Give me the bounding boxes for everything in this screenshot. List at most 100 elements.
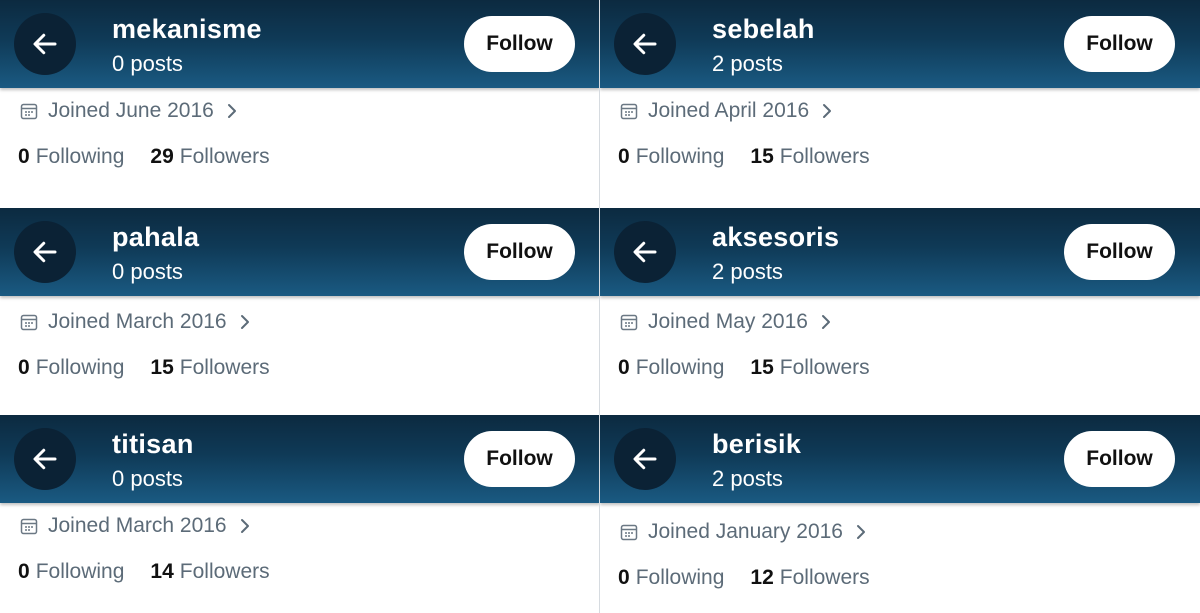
followers-stat[interactable]: 12 Followers: [750, 566, 869, 590]
following-stat[interactable]: 0 Following: [618, 566, 724, 590]
post-count: 2 posts: [712, 51, 783, 76]
back-button[interactable]: [614, 13, 676, 75]
post-count: 0 posts: [112, 259, 183, 284]
arrow-left-icon: [33, 33, 57, 55]
chevron-right-icon: [226, 102, 238, 120]
following-count: 0: [618, 566, 630, 589]
profile-header: berisik 2 posts Follow: [600, 415, 1200, 503]
followers-stat[interactable]: 15 Followers: [750, 356, 869, 380]
followers-label: Followers: [779, 356, 870, 379]
profile-header: aksesoris 2 posts Follow: [600, 208, 1200, 296]
profile-header: sebelah 2 posts Follow: [600, 0, 1200, 88]
username: pahala: [112, 222, 200, 252]
username: sebelah: [712, 14, 815, 44]
joined-date[interactable]: Joined May 2016: [620, 310, 832, 334]
calendar-icon: [20, 517, 38, 535]
arrow-left-icon: [633, 448, 657, 470]
profile-card: sebelah 2 posts Follow Joined April 2016…: [600, 0, 1200, 208]
chevron-right-icon: [239, 313, 251, 331]
username: aksesoris: [712, 222, 840, 252]
follow-stats: 0 Following 29 Followers: [18, 145, 270, 169]
profile-card: pahala 0 posts Follow Joined March 2016 …: [0, 208, 600, 416]
following-stat[interactable]: 0 Following: [18, 145, 124, 169]
follow-button[interactable]: Follow: [464, 431, 575, 487]
following-label: Following: [635, 356, 725, 379]
following-count: 0: [18, 356, 30, 379]
username: berisik: [712, 429, 802, 459]
arrow-left-icon: [633, 241, 657, 263]
profile-header: mekanisme 0 posts Follow: [0, 0, 600, 88]
back-button[interactable]: [614, 221, 676, 283]
following-label: Following: [635, 566, 725, 589]
back-button[interactable]: [14, 13, 76, 75]
following-label: Following: [35, 560, 125, 583]
joined-text: Joined March 2016: [48, 514, 227, 537]
following-stat[interactable]: 0 Following: [618, 145, 724, 169]
joined-date[interactable]: Joined January 2016: [620, 520, 867, 544]
following-count: 0: [18, 560, 30, 583]
followers-count: 14: [150, 560, 174, 583]
joined-text: Joined March 2016: [48, 310, 227, 333]
followers-label: Followers: [779, 566, 870, 589]
calendar-icon: [20, 313, 38, 331]
following-label: Following: [635, 145, 725, 168]
following-stat[interactable]: 0 Following: [18, 356, 124, 380]
following-count: 0: [618, 145, 630, 168]
following-label: Following: [35, 356, 125, 379]
post-count: 2 posts: [712, 259, 783, 284]
followers-count: 15: [150, 356, 174, 379]
followers-stat[interactable]: 14 Followers: [150, 560, 269, 584]
following-label: Following: [35, 145, 125, 168]
arrow-left-icon: [633, 33, 657, 55]
followers-count: 15: [750, 356, 774, 379]
post-count: 0 posts: [112, 466, 183, 491]
followers-label: Followers: [179, 145, 270, 168]
joined-text: Joined June 2016: [48, 99, 214, 122]
followers-stat[interactable]: 15 Followers: [150, 356, 269, 380]
profile-header: pahala 0 posts Follow: [0, 208, 600, 296]
joined-date[interactable]: Joined June 2016: [20, 99, 238, 123]
back-button[interactable]: [14, 428, 76, 490]
followers-stat[interactable]: 15 Followers: [750, 145, 869, 169]
calendar-icon: [620, 523, 638, 541]
post-count: 0 posts: [112, 51, 183, 76]
profile-card: aksesoris 2 posts Follow Joined May 2016…: [600, 208, 1200, 416]
calendar-icon: [20, 102, 38, 120]
follow-stats: 0 Following 15 Followers: [618, 145, 870, 169]
profile-header: titisan 0 posts Follow: [0, 415, 600, 503]
back-button[interactable]: [614, 428, 676, 490]
joined-text: Joined April 2016: [648, 99, 810, 122]
following-count: 0: [618, 356, 630, 379]
follow-button[interactable]: Follow: [464, 16, 575, 72]
followers-count: 29: [150, 145, 174, 168]
follow-stats: 0 Following 14 Followers: [18, 560, 270, 584]
follow-stats: 0 Following 12 Followers: [618, 566, 870, 590]
following-count: 0: [18, 145, 30, 168]
follow-button[interactable]: Follow: [464, 224, 575, 280]
followers-stat[interactable]: 29 Followers: [150, 145, 269, 169]
follow-button[interactable]: Follow: [1064, 16, 1175, 72]
profile-card: berisik 2 posts Follow Joined January 20…: [600, 415, 1200, 613]
username: mekanisme: [112, 14, 262, 44]
column-divider: [599, 0, 600, 613]
chevron-right-icon: [821, 102, 833, 120]
chevron-right-icon: [820, 313, 832, 331]
profile-card: mekanisme 0 posts Follow Joined June 201…: [0, 0, 600, 208]
follow-stats: 0 Following 15 Followers: [618, 356, 870, 380]
followers-label: Followers: [179, 560, 270, 583]
post-count: 2 posts: [712, 466, 783, 491]
follow-button[interactable]: Follow: [1064, 224, 1175, 280]
back-button[interactable]: [14, 221, 76, 283]
joined-date[interactable]: Joined March 2016: [20, 310, 251, 334]
chevron-right-icon: [855, 523, 867, 541]
follow-button[interactable]: Follow: [1064, 431, 1175, 487]
followers-count: 15: [750, 145, 774, 168]
profile-card: titisan 0 posts Follow Joined March 2016…: [0, 415, 600, 613]
following-stat[interactable]: 0 Following: [618, 356, 724, 380]
followers-label: Followers: [179, 356, 270, 379]
calendar-icon: [620, 102, 638, 120]
joined-date[interactable]: Joined March 2016: [20, 514, 251, 538]
following-stat[interactable]: 0 Following: [18, 560, 124, 584]
joined-date[interactable]: Joined April 2016: [620, 99, 833, 123]
username: titisan: [112, 429, 194, 459]
